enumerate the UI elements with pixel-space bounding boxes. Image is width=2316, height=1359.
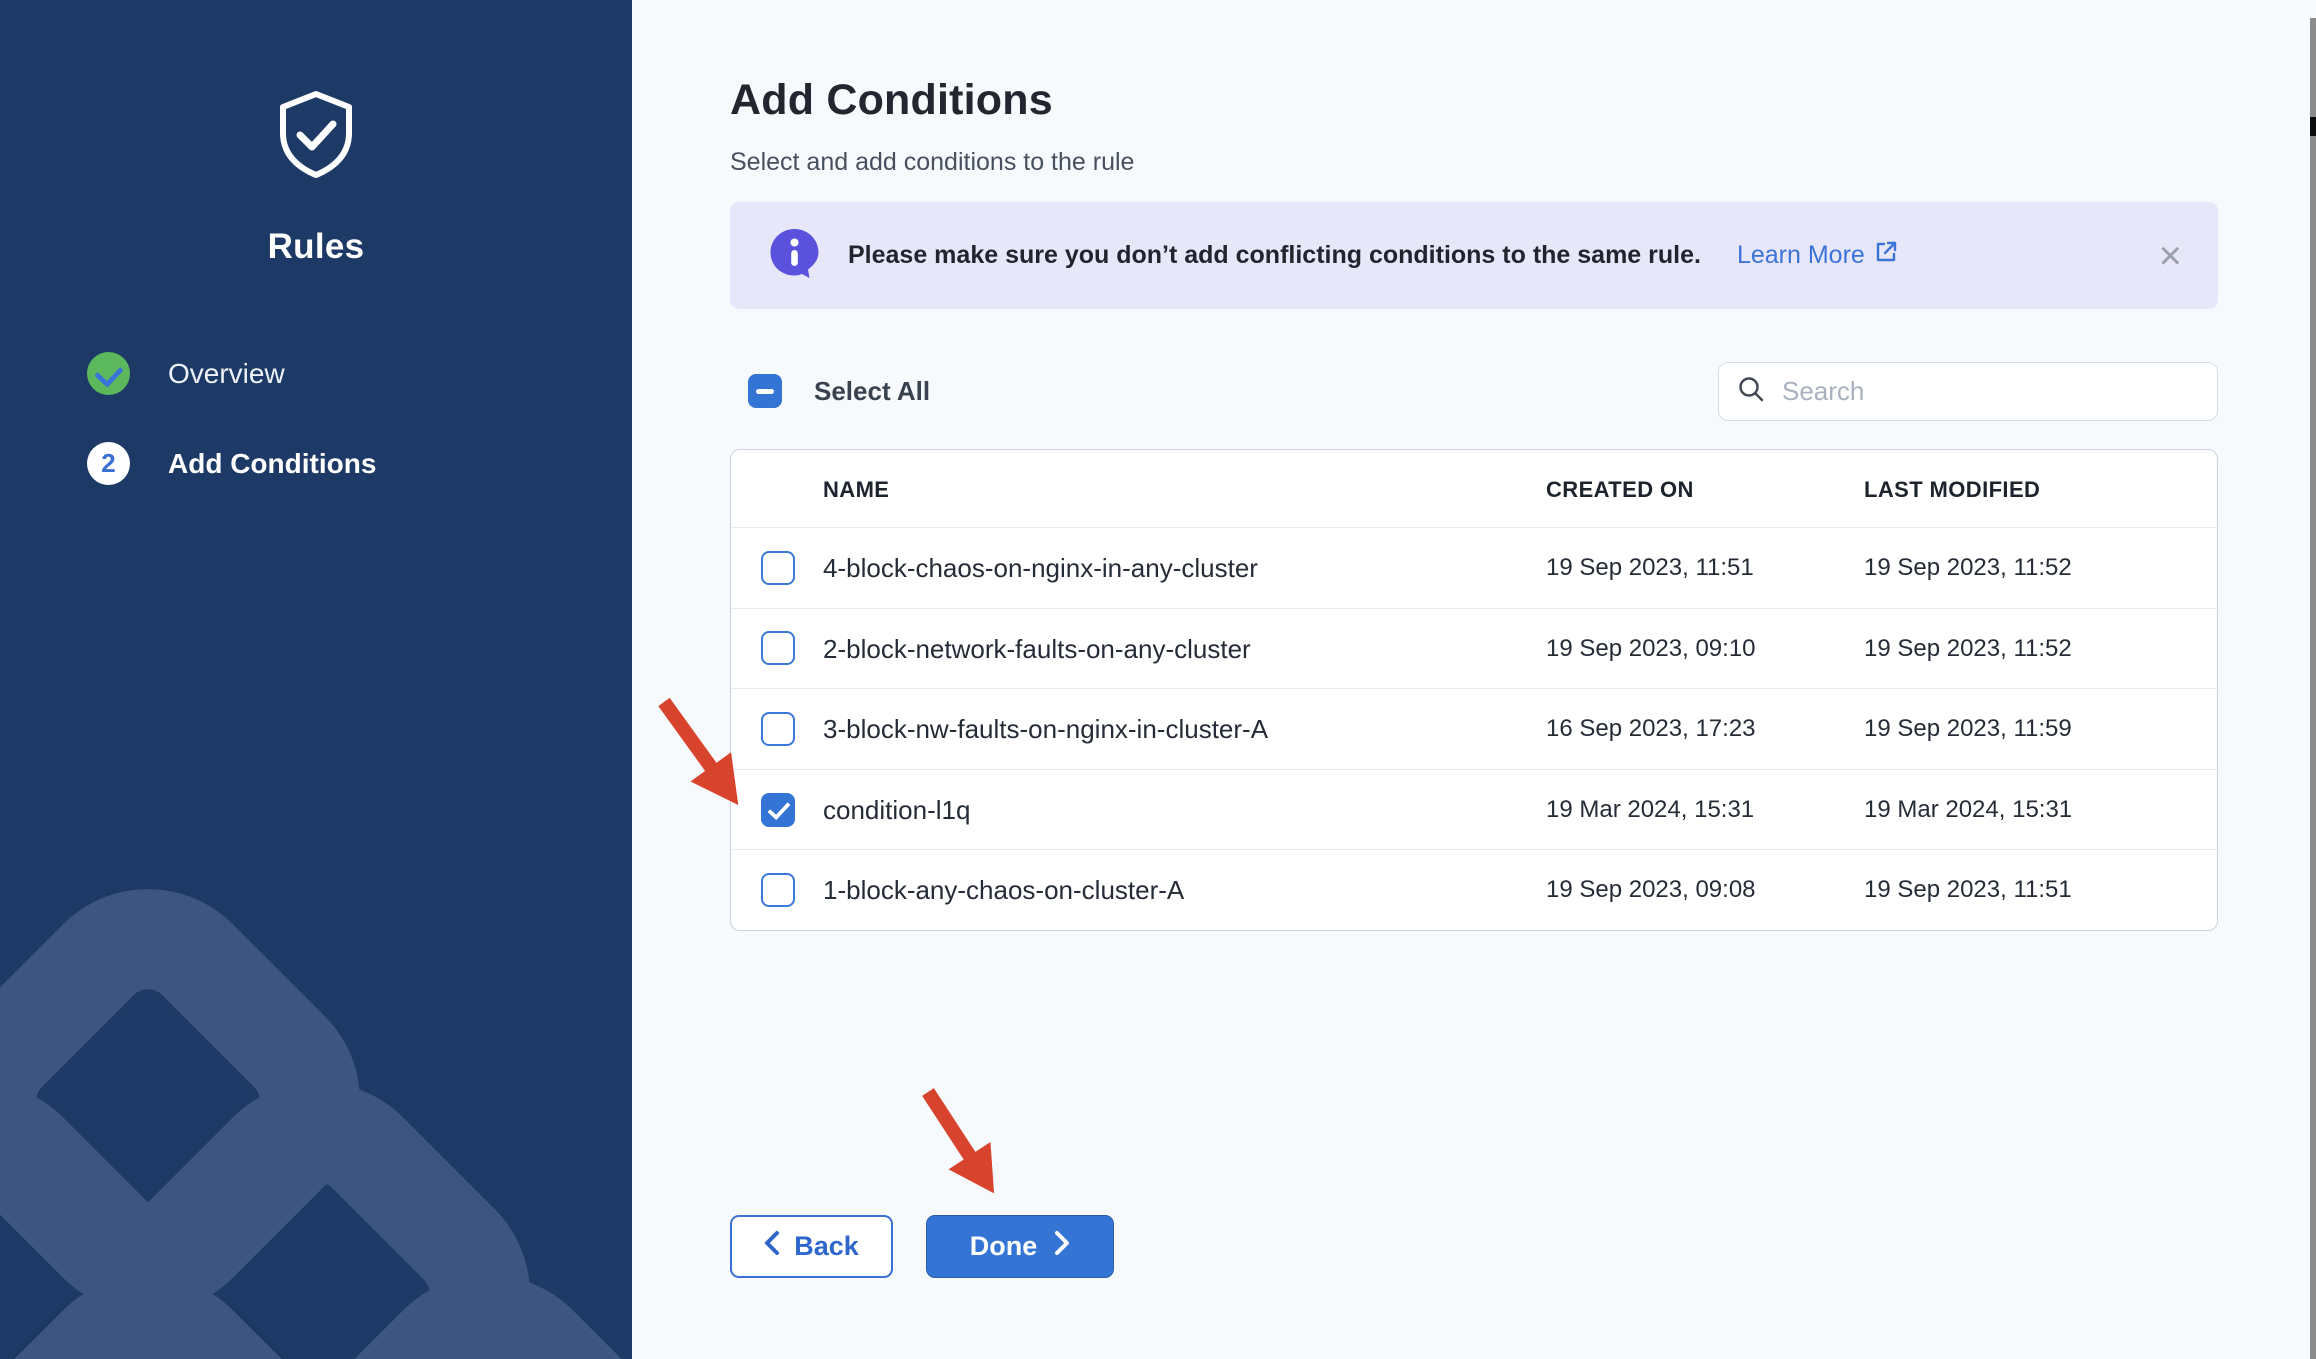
- sidebar-title: Rules: [268, 227, 365, 267]
- row-checkbox[interactable]: [761, 551, 795, 585]
- learn-more-link[interactable]: Learn More: [1737, 240, 1898, 271]
- table-header: NAME CREATED ON LAST MODIFIED: [731, 450, 2217, 527]
- step-list: Overview 2 Add Conditions: [87, 352, 376, 485]
- column-header-created-on: CREATED ON: [1546, 450, 1694, 527]
- row-checkbox[interactable]: [761, 793, 795, 827]
- brand-block: Rules: [0, 88, 632, 267]
- back-button-label: Back: [794, 1231, 859, 1262]
- table-row[interactable]: condition-l1q 19 Mar 2024, 15:31 19 Mar …: [731, 769, 2217, 850]
- row-created-on: 16 Sep 2023, 17:23: [1546, 689, 1756, 770]
- table-body: 4-block-chaos-on-nginx-in-any-cluster 19…: [731, 527, 2217, 930]
- row-created-on: 19 Mar 2024, 15:31: [1546, 770, 1754, 851]
- step-overview[interactable]: Overview: [87, 352, 376, 395]
- step-label: Add Conditions: [168, 448, 376, 480]
- close-icon[interactable]: ×: [2159, 236, 2182, 276]
- scrollbar-thumb[interactable]: [2310, 117, 2316, 136]
- row-last-modified: 19 Sep 2023, 11:59: [1864, 689, 2072, 770]
- table-row[interactable]: 3-block-nw-faults-on-nginx-in-cluster-A …: [731, 688, 2217, 769]
- row-created-on: 19 Sep 2023, 11:51: [1546, 528, 1754, 609]
- done-button-label: Done: [970, 1231, 1038, 1262]
- table-row[interactable]: 4-block-chaos-on-nginx-in-any-cluster 19…: [731, 527, 2217, 608]
- info-bubble-icon: [768, 227, 821, 285]
- sidebar: Rules Overview 2 Add Conditions: [0, 0, 632, 1359]
- info-banner: Please make sure you don’t add conflicti…: [730, 202, 2218, 309]
- table-row[interactable]: 2-block-network-faults-on-any-cluster 19…: [731, 608, 2217, 689]
- select-all-label: Select All: [814, 376, 930, 407]
- row-created-on: 19 Sep 2023, 09:08: [1546, 850, 1756, 931]
- row-last-modified: 19 Sep 2023, 11:52: [1864, 609, 2072, 690]
- row-last-modified: 19 Mar 2024, 15:31: [1864, 770, 2072, 851]
- done-button[interactable]: Done: [926, 1215, 1114, 1278]
- back-button[interactable]: Back: [730, 1215, 893, 1278]
- page-title: Add Conditions: [730, 76, 1053, 125]
- learn-more-label: Learn More: [1737, 241, 1865, 270]
- window-edge: [2310, 18, 2316, 1359]
- column-header-name: NAME: [823, 450, 889, 527]
- add-conditions-screen: Rules Overview 2 Add Conditions Add Cond…: [0, 0, 2316, 1359]
- conditions-table: NAME CREATED ON LAST MODIFIED 4-block-ch…: [730, 449, 2218, 931]
- step-add-conditions[interactable]: 2 Add Conditions: [87, 442, 376, 485]
- step-label: Overview: [168, 358, 285, 390]
- search-input[interactable]: [1780, 375, 2199, 408]
- chevron-left-icon: [764, 1230, 780, 1263]
- step-number-badge: 2: [87, 442, 130, 485]
- row-name: 3-block-nw-faults-on-nginx-in-cluster-A: [823, 689, 1268, 770]
- search-icon: [1737, 375, 1765, 408]
- chevron-right-icon: [1054, 1230, 1070, 1263]
- row-checkbox[interactable]: [761, 631, 795, 665]
- column-header-last-modified: LAST MODIFIED: [1864, 450, 2040, 527]
- page-subtitle: Select and add conditions to the rule: [730, 148, 1134, 177]
- row-last-modified: 19 Sep 2023, 11:52: [1864, 528, 2072, 609]
- select-all-checkbox[interactable]: [748, 374, 782, 408]
- row-checkbox[interactable]: [761, 712, 795, 746]
- search-box: [1718, 362, 2218, 421]
- row-created-on: 19 Sep 2023, 09:10: [1546, 609, 1756, 690]
- select-all-control[interactable]: Select All: [748, 374, 930, 408]
- shield-check-icon: [270, 88, 362, 185]
- table-row[interactable]: 1-block-any-chaos-on-cluster-A 19 Sep 20…: [731, 849, 2217, 930]
- row-name: condition-l1q: [823, 770, 970, 851]
- row-name: 1-block-any-chaos-on-cluster-A: [823, 850, 1184, 931]
- row-name: 2-block-network-faults-on-any-cluster: [823, 609, 1251, 690]
- row-last-modified: 19 Sep 2023, 11:51: [1864, 850, 2072, 931]
- row-checkbox[interactable]: [761, 873, 795, 907]
- step-complete-icon: [87, 352, 130, 395]
- row-name: 4-block-chaos-on-nginx-in-any-cluster: [823, 528, 1258, 609]
- banner-message: Please make sure you don’t add conflicti…: [848, 241, 1701, 270]
- external-link-icon: [1874, 240, 1898, 271]
